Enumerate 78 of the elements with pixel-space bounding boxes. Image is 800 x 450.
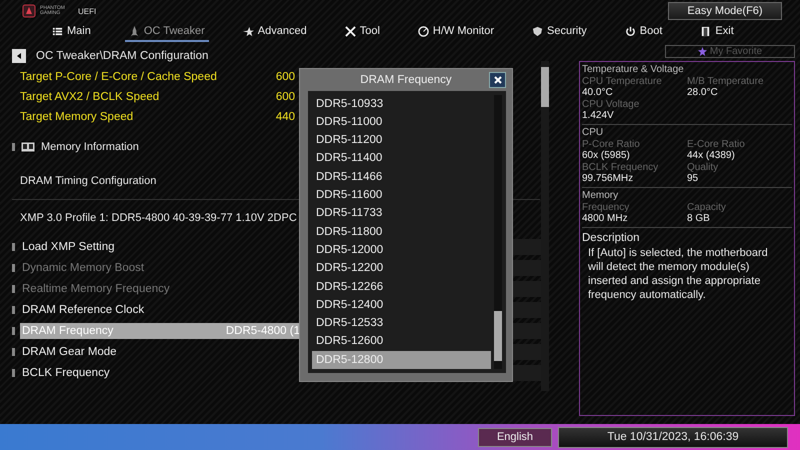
field-value: 1.424V: [582, 110, 615, 121]
language-button[interactable]: English: [478, 428, 552, 446]
option-item[interactable]: DDR5-11200: [312, 131, 491, 150]
field-label: P-Core Ratio: [582, 139, 641, 150]
target-label: Target AVX2 / BCLK Speed: [20, 91, 160, 103]
close-button[interactable]: [489, 72, 506, 88]
uefi-label: UEFI: [78, 6, 96, 16]
list-icon: [52, 26, 63, 36]
setting-row[interactable]: DRAM Reference Clock: [20, 302, 300, 318]
option-item[interactable]: DDR5-11466: [312, 168, 491, 186]
menu-tab[interactable]: Tool: [340, 22, 384, 42]
option-item[interactable]: DDR5-11400: [312, 149, 491, 168]
option-item[interactable]: DDR5-12266: [312, 278, 491, 296]
field-value: 8 GB: [687, 213, 711, 224]
target-label: Target P-Core / E-Core / Cache Speed: [20, 71, 217, 83]
field-value: 99.756MHz: [582, 173, 634, 184]
memory-icon: [21, 142, 35, 152]
setting-row[interactable]: DRAM Gear Mode: [20, 344, 300, 360]
gauge-icon: [418, 26, 429, 36]
setting-row[interactable]: BCLK Frequency: [20, 364, 300, 380]
target-label: Target Memory Speed: [20, 111, 134, 123]
menu-tab[interactable]: Main: [48, 22, 95, 42]
menu-tab[interactable]: Advanced: [238, 22, 311, 42]
back-arrow-icon: [15, 52, 23, 60]
option-item[interactable]: DDR5-12600: [312, 332, 491, 351]
option-item[interactable]: DDR5-12000: [312, 240, 491, 260]
star-icon: [242, 26, 254, 36]
option-item[interactable]: DDR5-10933: [312, 94, 491, 113]
field-label: CPU Temperature: [582, 76, 663, 87]
description-text: If [Auto] is selected, the motherboard will detect the memory module(s) inserted and assign the appropriate frequency automatically.: [587, 246, 769, 303]
target-value: 600: [276, 91, 295, 103]
menu-tab[interactable]: Boot: [620, 22, 666, 42]
close-icon: [492, 75, 502, 85]
menu-tab[interactable]: OC Tweaker: [124, 22, 209, 42]
option-item[interactable]: DDR5-11000: [312, 112, 491, 132]
star-icon: [698, 47, 707, 56]
menu-tab[interactable]: Security: [528, 22, 591, 42]
target-value: 600: [276, 71, 295, 83]
field-value: 95: [687, 173, 700, 184]
submenu-item[interactable]: Memory Information: [41, 141, 139, 153]
dialog-title: DRAM Frequency: [360, 74, 452, 86]
shield-icon: [532, 26, 544, 36]
back-button[interactable]: [12, 49, 26, 63]
menu-tab[interactable]: Exit: [696, 22, 738, 42]
option-item[interactable]: DDR5-11800: [312, 222, 491, 241]
field-label: BCLK Frequency: [582, 162, 660, 173]
option-item[interactable]: DDR5-12200: [312, 259, 491, 278]
easy-mode-button[interactable]: Easy Mode(F6): [668, 2, 782, 20]
field-label: Capacity: [687, 202, 727, 213]
logo-icon: [22, 4, 36, 18]
setting-row[interactable]: Load XMP Setting: [20, 238, 300, 254]
target-value: 440: [276, 111, 295, 123]
section-title: Memory: [582, 190, 620, 201]
field-label: E-Core Ratio: [687, 139, 746, 150]
section-heading: DRAM Timing Configuration: [20, 175, 156, 187]
option-item[interactable]: DDR5-11600: [312, 186, 491, 204]
door-icon: [700, 26, 712, 36]
field-value: 28.0°C: [687, 87, 719, 98]
field-label: M/B Temperature: [687, 76, 765, 87]
description-title: Description: [582, 232, 641, 244]
datetime-display: Tue 10/31/2023, 16:06:39: [558, 426, 788, 448]
field-value: 4800 MHz: [582, 213, 629, 224]
menu-tab[interactable]: H/W Monitor: [414, 22, 498, 42]
option-item[interactable]: DDR5-12400: [312, 296, 491, 314]
field-label: CPU Voltage: [582, 99, 640, 110]
option-item[interactable]: DDR5-12533: [312, 314, 491, 332]
power-icon: [624, 26, 636, 36]
section-title: Temperature & Voltage: [582, 64, 685, 75]
field-label: Frequency: [582, 202, 630, 213]
field-label: Quality: [687, 162, 720, 173]
field-value: 40.0°C: [582, 87, 614, 98]
profile-info: XMP 3.0 Profile 1: DDR5-4800 40-39-39-77 1.10V 2DPC: [20, 212, 297, 224]
field-value: 44x (4389): [687, 150, 736, 161]
breadcrumb: OC Tweaker\DRAM Configuration: [36, 50, 208, 62]
rocket-icon: [128, 26, 140, 36]
option-item[interactable]: DDR5-11733: [312, 204, 491, 223]
field-value: 60x (5985): [582, 150, 631, 161]
section-title: CPU: [582, 127, 604, 138]
